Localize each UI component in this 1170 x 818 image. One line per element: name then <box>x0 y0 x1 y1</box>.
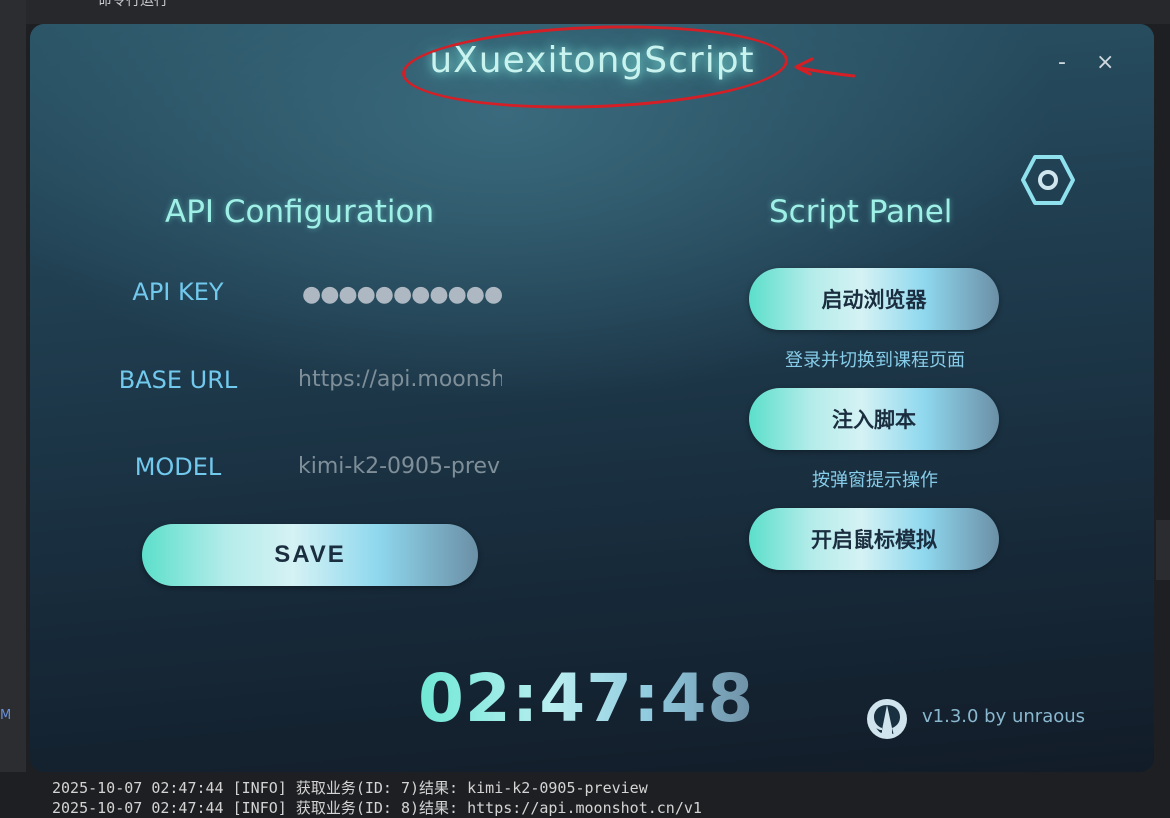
close-button[interactable]: × <box>1096 50 1114 75</box>
script-panel-heading: Script Panel <box>769 194 953 230</box>
version-text: v1.3.0 by unraous <box>922 706 1086 727</box>
model-field[interactable] <box>298 449 502 483</box>
model-label: MODEL <box>134 453 222 481</box>
inject-script-hint: 按弹窗提示操作 <box>812 470 938 491</box>
annotation-arrow <box>794 57 856 78</box>
annotation-ellipse <box>400 24 790 115</box>
ide-right-strip <box>1156 520 1170 580</box>
console-panel: 2025-10-07 02:47:44 [INFO] 获取业务(ID: 7)结果… <box>0 772 1170 817</box>
settings-icon[interactable] <box>1020 154 1076 206</box>
app-window: uXuexitongScript - × API Configuration A… <box>30 24 1154 772</box>
console-line: 2025-10-07 02:47:44 [INFO] 获取业务(ID: 7)结果… <box>52 779 648 797</box>
ide-side-strip <box>0 0 26 807</box>
mouse-simulation-button[interactable]: 开启鼠标模拟 <box>749 508 999 570</box>
ide-side-letter: M <box>0 708 12 723</box>
base-url-field[interactable] <box>298 362 502 396</box>
ide-top-text: 命令行运行 <box>98 0 168 9</box>
inject-script-button[interactable]: 注入脚本 <box>749 388 999 450</box>
launch-browser-button[interactable]: 启动浏览器 <box>749 268 999 330</box>
base-url-label: BASE URL <box>118 366 238 394</box>
launch-browser-hint: 登录并切换到课程页面 <box>785 350 965 371</box>
api-key-label: API KEY <box>132 278 224 306</box>
api-key-field[interactable]: ●●●●●●●●●●●●●● <box>302 282 502 307</box>
github-icon[interactable] <box>866 698 908 740</box>
console-line: 2025-10-07 02:47:44 [INFO] 获取业务(ID: 8)结果… <box>52 799 702 817</box>
api-config-heading: API Configuration <box>165 194 435 230</box>
minimize-button[interactable]: - <box>1058 50 1066 75</box>
ide-top-bar: 命令行运行 <box>26 0 1170 24</box>
clock-display: 02:47:48 <box>418 660 755 737</box>
save-button[interactable]: SAVE <box>142 524 478 586</box>
